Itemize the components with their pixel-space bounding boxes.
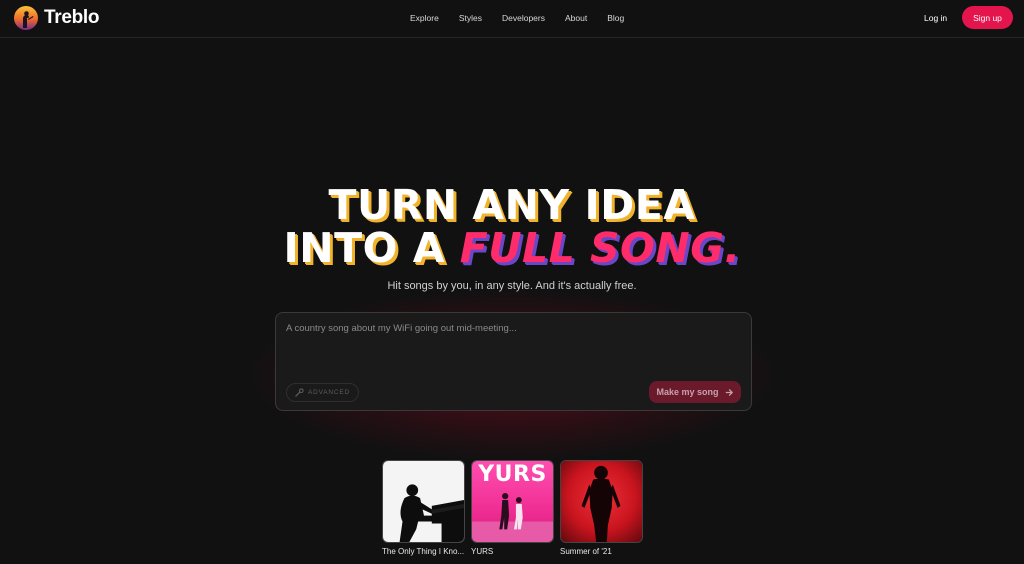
song-cover	[560, 460, 643, 543]
hero-subtitle: Hit songs by you, in any style. And it's…	[387, 280, 637, 292]
song-card[interactable]: The Only Thing I Kno...	[382, 460, 465, 556]
song-title: YURS	[471, 547, 494, 556]
song-title: The Only Thing I Kno...	[382, 547, 465, 556]
featured-songs: The Only Thing I Kno... YURS YURS Summer…	[382, 460, 643, 556]
advanced-label: ADVANCED	[308, 389, 351, 396]
login-link[interactable]: Log in	[924, 13, 947, 23]
treblo-logo-icon	[14, 6, 38, 30]
nav-link-explore[interactable]: Explore	[410, 13, 439, 23]
nav-link-styles[interactable]: Styles	[459, 13, 482, 23]
cover-title: YURS	[478, 462, 547, 487]
song-card[interactable]: YURS YURS	[471, 460, 554, 556]
song-cover	[382, 460, 465, 543]
nav-link-about[interactable]: About	[565, 13, 587, 23]
signup-button[interactable]: Sign up	[962, 6, 1013, 29]
make-my-song-label: Make my song	[656, 387, 719, 397]
piano-silhouette-icon	[383, 461, 464, 542]
song-card[interactable]: Summer of '21	[560, 460, 643, 556]
song-title: Summer of '21	[560, 547, 612, 556]
song-cover: YURS	[471, 460, 554, 543]
make-my-song-button[interactable]: Make my song	[649, 381, 741, 403]
song-prompt-box: ADVANCED Make my song	[275, 312, 752, 411]
nav-link-blog[interactable]: Blog	[607, 13, 624, 23]
nav-links: Explore Styles Developers About Blog	[410, 13, 644, 23]
headline-accent: FULL SONG.	[459, 224, 741, 272]
song-prompt-input[interactable]	[286, 323, 741, 373]
logo[interactable]: Treblo	[14, 6, 100, 30]
arrow-right-icon	[725, 388, 733, 396]
advanced-button[interactable]: ADVANCED	[286, 383, 360, 402]
nav-link-developers[interactable]: Developers	[502, 13, 545, 23]
hero-headline: TURN ANY IDEA INTO A FULL SONG.	[0, 184, 1024, 270]
red-silhouette-icon	[561, 461, 642, 542]
wrench-icon	[295, 388, 304, 397]
logo-text: Treblo	[44, 7, 100, 28]
headline-line-2: INTO A FULL SONG.	[0, 227, 1024, 270]
top-nav: Treblo Explore Styles Developers About B…	[0, 0, 1024, 38]
headline-line-1: TURN ANY IDEA	[328, 181, 696, 229]
headline-line-2-prefix: INTO A	[283, 224, 460, 272]
